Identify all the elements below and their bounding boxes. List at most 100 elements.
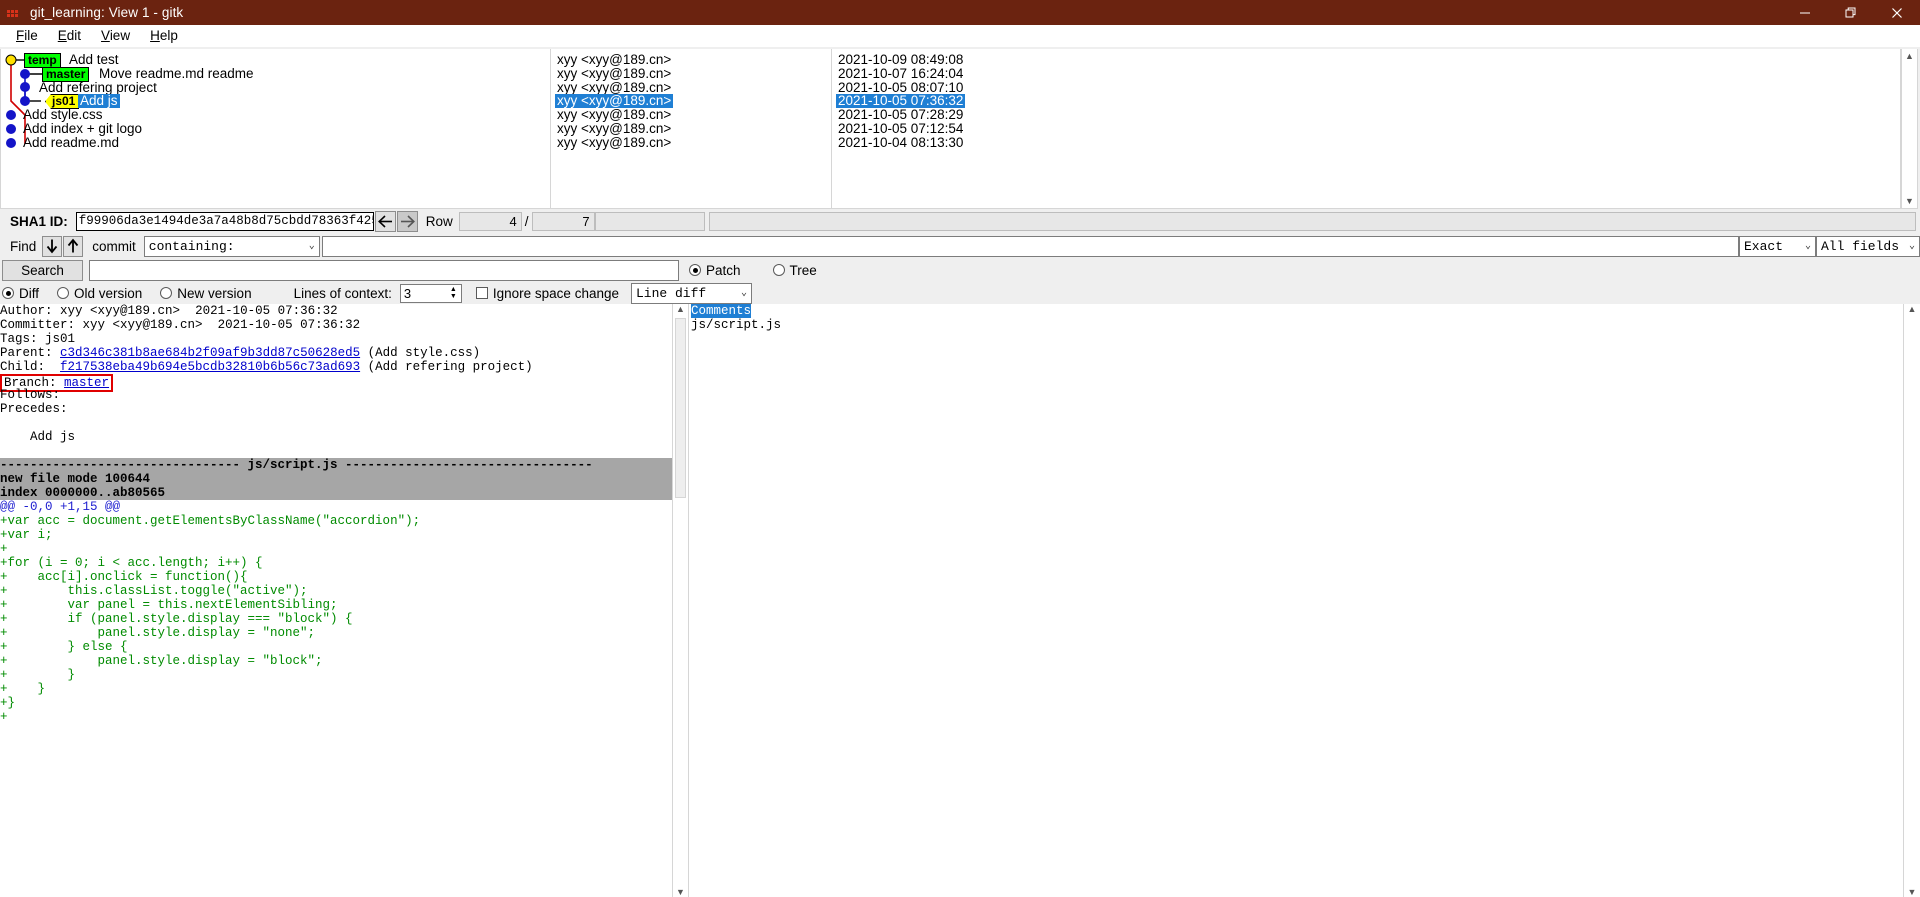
find-scope-label: commit <box>92 238 136 254</box>
follows-label: Follows: <box>0 388 61 402</box>
row-current-value: 4 <box>458 212 522 231</box>
file-list-pane[interactable]: Comments js/script.js <box>689 304 1903 897</box>
radio-patch[interactable]: Patch <box>689 263 741 278</box>
commit-subject-6[interactable]: Add readme.md <box>23 136 119 150</box>
parent-label: Parent: <box>0 346 53 360</box>
radio-patch-dot <box>689 264 701 276</box>
chevron-down-icon: ⌄ <box>308 241 315 252</box>
checkbox-box <box>475 287 488 299</box>
diff-line-7: + if (panel.style.display === "block") { <box>0 612 353 626</box>
radio-old-version-label: Old version <box>74 285 143 301</box>
maximize-icon[interactable] <box>1828 0 1874 25</box>
commit-date-6: 2021-10-04 08:13:30 <box>838 135 964 150</box>
parent-sha-link[interactable]: c3d346c381b8ae684b2f09af9b3dd87c50628ed5 <box>60 346 360 360</box>
find-mode-combo[interactable]: containing: ⌄ <box>143 235 320 257</box>
menu-file[interactable]: File <box>6 25 48 47</box>
radio-diff-dot <box>2 287 14 299</box>
scroll-down-icon[interactable]: ▼ <box>1905 194 1914 208</box>
child-sha-link[interactable]: f217538eba49b694e5bcdb32810b6b56c73ad693 <box>60 360 360 374</box>
commit-subject-5[interactable]: Add index + git logo <box>23 122 142 136</box>
diff-pane-scrollbar[interactable]: ▲ ▼ <box>672 304 689 897</box>
ref-label-temp[interactable]: temp <box>24 53 61 68</box>
view-mode-group: Patch Tree <box>689 263 835 278</box>
scroll-up-icon[interactable]: ▲ <box>676 304 685 314</box>
scroll-down-icon[interactable]: ▼ <box>1908 887 1917 897</box>
minimize-icon[interactable] <box>1782 0 1828 25</box>
sha1-input[interactable]: f99906da3e1494de3a7a48b8d75cbdd78363f425 <box>75 212 374 231</box>
author-label: Author: <box>0 304 53 318</box>
find-fields-combo[interactable]: All fields ⌄ <box>1816 235 1920 257</box>
diff-options-row: Diff Old version New version Lines of co… <box>0 282 1920 304</box>
diff-line-6: + var panel = this.nextElementSibling; <box>0 598 338 612</box>
diff-line-10: + panel.style.display = "block"; <box>0 654 323 668</box>
scroll-thumb[interactable] <box>675 318 686 498</box>
radio-patch-label: Patch <box>706 262 741 278</box>
file-list-scrollbar[interactable]: ▲ ▼ <box>1903 304 1920 897</box>
stepper-down-icon[interactable]: ▼ <box>450 293 457 300</box>
find-label: Find <box>10 238 37 254</box>
commit-subject-1[interactable]: Move readme.md readme <box>99 67 254 81</box>
diff-style-combo[interactable]: Line diff ⌄ <box>631 282 752 304</box>
committer-date: 2021-10-05 07:36:32 <box>217 318 361 332</box>
stepper-up-icon[interactable]: ▲ <box>450 286 457 293</box>
radio-tree[interactable]: Tree <box>772 263 817 278</box>
diff-meta-0: new file mode 100644 <box>0 472 672 486</box>
lines-of-context-stepper[interactable]: 3 ▲ ▼ <box>399 283 462 303</box>
commit-author-0: xyy <xyy@189.cn> <box>557 52 672 67</box>
menu-view[interactable]: View <box>91 25 140 47</box>
search-button[interactable]: Search <box>2 259 83 281</box>
scroll-down-icon[interactable]: ▼ <box>676 887 685 897</box>
search-row: Search Patch Tree <box>0 258 1920 282</box>
commit-author-6: xyy <xyy@189.cn> <box>557 135 672 150</box>
arrow-down-icon[interactable] <box>42 235 63 257</box>
detail-tags-line: Tags: js01 <box>0 332 672 346</box>
arrow-up-icon[interactable] <box>63 235 84 257</box>
radio-tree-dot <box>772 264 785 276</box>
commit-graph-pane[interactable]: temp Add test master Move readme.md read… <box>0 49 551 209</box>
precedes-label: Precedes: <box>0 402 68 416</box>
author-value: xyy <xyy@189.cn> <box>60 304 181 318</box>
lower-split: Author: xyy <xyy@189.cn> 2021-10-05 07:3… <box>0 304 1920 897</box>
row-extra-box <box>594 212 705 231</box>
diff-line-3: +for (i = 0; i < acc.length; i++) { <box>0 556 263 570</box>
file-list-item-script[interactable]: js/script.js <box>689 318 1903 332</box>
commit-date-1: 2021-10-07 16:24:04 <box>838 66 964 81</box>
ignore-space-checkbox[interactable]: Ignore space change <box>475 285 619 301</box>
diff-line-2: + <box>0 542 8 556</box>
diff-line-5: + this.classList.toggle("active"); <box>0 584 308 598</box>
scroll-up-icon[interactable]: ▲ <box>1905 49 1914 63</box>
menu-edit[interactable]: Edit <box>48 25 91 47</box>
commit-author-pane[interactable]: xyy <xyy@189.cn> xyy <xyy@189.cn> xyy <x… <box>551 49 832 209</box>
scroll-up-icon[interactable]: ▲ <box>1908 304 1917 314</box>
radio-new-version[interactable]: New version <box>160 286 252 301</box>
diff-pane[interactable]: Author: xyy <xyy@189.cn> 2021-10-05 07:3… <box>0 304 672 897</box>
chevron-down-icon: ⌄ <box>740 288 747 299</box>
tags-value: js01 <box>45 332 76 346</box>
child-label: Child: <box>0 360 46 374</box>
find-input[interactable] <box>321 235 1739 257</box>
search-input[interactable] <box>89 259 679 281</box>
find-match-combo[interactable]: Exact ⌄ <box>1739 235 1816 257</box>
radio-new-version-dot <box>160 287 173 299</box>
radio-old-version[interactable]: Old version <box>57 286 142 301</box>
branch-link[interactable]: master <box>64 376 109 390</box>
menu-help[interactable]: Help <box>140 25 188 47</box>
commit-subject-4[interactable]: Add style.css <box>23 108 103 122</box>
radio-diff[interactable]: Diff <box>2 286 39 301</box>
commit-subject-0[interactable]: Add test <box>69 53 119 67</box>
child-subject: (Add refering project) <box>367 360 533 374</box>
chevron-down-icon: ⌄ <box>1804 241 1811 252</box>
commit-list-panes: temp Add test master Move readme.md read… <box>0 47 1920 209</box>
arrow-left-icon[interactable] <box>374 211 396 232</box>
diff-line-9: + } else { <box>0 640 128 654</box>
commit-subject-3[interactable]: Add js <box>78 94 120 108</box>
commit-date-pane[interactable]: 2021-10-09 08:49:08 2021-10-07 16:24:04 … <box>832 49 1901 209</box>
stepper-arrows-icon[interactable]: ▲ ▼ <box>447 285 460 302</box>
diff-hunk-header: @@ -0,0 +1,15 @@ <box>0 500 121 514</box>
close-icon[interactable] <box>1874 0 1920 25</box>
commit-author-5: xyy <xyy@189.cn> <box>557 121 672 136</box>
arrow-right-icon[interactable] <box>396 211 418 232</box>
ignore-space-label: Ignore space change <box>492 285 619 301</box>
commit-list-scrollbar[interactable]: ▲ ▼ <box>1901 49 1918 209</box>
file-list-item-comments[interactable]: Comments <box>689 304 1903 318</box>
